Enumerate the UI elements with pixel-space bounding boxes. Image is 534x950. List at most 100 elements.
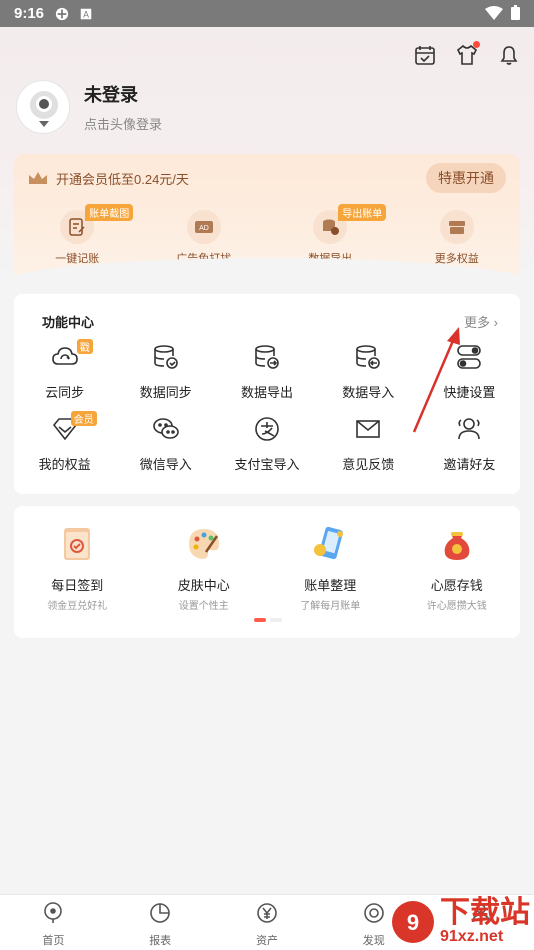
- discover-icon: [363, 903, 384, 923]
- vip-item-tag: 账单截图: [85, 204, 134, 221]
- function-label: 微信导入: [139, 457, 192, 472]
- function-label: 支付宝导入: [234, 457, 300, 472]
- promo-title: 皮肤中心: [177, 578, 230, 593]
- function-label: 意见反馈: [342, 457, 395, 472]
- chevron-right-icon: ›: [493, 315, 498, 330]
- function-invite-friends[interactable]: 邀请好友: [419, 415, 520, 473]
- function-center-title: 功能中心: [42, 315, 95, 330]
- function-my-benefits[interactable]: 会员 我的权益: [14, 411, 115, 473]
- function-label: 邀请好友: [443, 457, 496, 472]
- calendar-check-icon[interactable]: [414, 44, 436, 66]
- default-avatar-icon: [30, 91, 58, 127]
- promo-daily-signin[interactable]: 每日签到 领金豆兑好礼: [22, 524, 132, 612]
- indicator-inactive: [270, 618, 282, 622]
- tab-reports[interactable]: 报表: [107, 895, 214, 950]
- ad-block-icon: AD: [194, 221, 213, 233]
- app-notification-icon: A: [80, 8, 92, 19]
- calendar-sign-icon: [64, 528, 91, 560]
- friends-icon: [458, 418, 481, 440]
- battery-icon: [511, 5, 520, 20]
- watermark: 9 下载站 91xz.net: [390, 898, 530, 946]
- function-data-export[interactable]: 数据导出: [216, 343, 317, 401]
- function-label: 数据导入: [342, 385, 395, 400]
- watermark-title: 下载站: [440, 896, 530, 929]
- svg-text:AD: AD: [199, 225, 209, 232]
- function-tag: 戳: [76, 339, 93, 354]
- function-label: 云同步: [45, 385, 85, 400]
- tab-label: 资产: [255, 935, 278, 947]
- tab-home[interactable]: 首页: [0, 895, 107, 950]
- pie-chart-icon: [150, 903, 170, 923]
- tab-label: 首页: [42, 935, 65, 947]
- toggle-icon: [457, 345, 482, 369]
- palette-icon: [188, 529, 219, 559]
- promo-subtitle: 了解每月账单: [300, 601, 361, 612]
- watermark-url: 91xz.net: [440, 928, 504, 945]
- vip-open-button[interactable]: 特惠开通: [426, 163, 506, 193]
- yen-icon: [257, 903, 277, 923]
- tab-label: 报表: [149, 935, 172, 947]
- tab-assets[interactable]: 资产: [214, 895, 321, 950]
- notification-dot: [473, 41, 480, 48]
- vip-item-quick-bookkeeping[interactable]: 账单截图 一键记账: [27, 204, 134, 266]
- svg-text:A: A: [83, 9, 89, 19]
- bell-icon[interactable]: [498, 44, 520, 66]
- note-edit-icon: [69, 218, 85, 236]
- page-indicator: [254, 618, 282, 622]
- promo-bill-organize[interactable]: 账单整理 了解每月账单: [275, 524, 385, 612]
- cloud-sync-icon: [51, 347, 78, 365]
- home-icon: [44, 902, 63, 923]
- top-actions: [414, 41, 520, 66]
- indicator-active: [254, 618, 266, 622]
- status-bar: 9:16 A: [0, 0, 534, 27]
- svg-text:9: 9: [407, 910, 419, 935]
- function-label: 我的权益: [38, 457, 91, 472]
- skin-button[interactable]: [456, 41, 480, 66]
- function-data-import[interactable]: 数据导入: [318, 343, 419, 401]
- profile-section[interactable]: 未登录 点击头像登录: [16, 80, 162, 134]
- more-label: 更多: [464, 315, 491, 330]
- money-bag-icon: [444, 532, 470, 560]
- function-tag: 会员: [70, 411, 97, 426]
- more-benefits-icon: [448, 221, 465, 234]
- promo-title: 账单整理: [304, 578, 357, 593]
- function-data-sync[interactable]: 数据同步: [115, 343, 216, 401]
- function-label: 数据导出: [240, 385, 293, 400]
- mail-icon: [356, 420, 380, 438]
- wifi-icon: [485, 5, 503, 20]
- bill-phone-icon: [314, 526, 344, 560]
- privacy-icon: [55, 7, 69, 20]
- promo-title: 心愿存钱: [430, 578, 483, 593]
- function-center-card: 功能中心 更多 › 戳 云同步 数据同步 数据导出 数据导入 快捷设置 会员 我…: [14, 294, 520, 494]
- promo-subtitle: 领金豆兑好礼: [47, 601, 108, 612]
- crown-icon: [29, 172, 47, 184]
- database-export-icon: [255, 345, 279, 369]
- data-export-icon: [323, 219, 340, 235]
- function-more-link[interactable]: 更多 ›: [464, 312, 498, 331]
- function-label: 快捷设置: [443, 385, 496, 400]
- status-time: 9:16: [14, 5, 45, 22]
- vip-item-tag: 导出账单: [338, 204, 387, 221]
- promo-title: 每日签到: [51, 578, 104, 593]
- function-alipay-import[interactable]: 支付宝导入: [216, 415, 317, 473]
- promo-subtitle: 许心愿攒大钱: [426, 601, 487, 612]
- watermark-logo-icon: 9: [392, 901, 434, 943]
- avatar[interactable]: [16, 80, 70, 134]
- promo-wish-saving[interactable]: 心愿存钱 许心愿攒大钱: [402, 524, 512, 612]
- database-import-icon: [356, 345, 380, 369]
- promo-card: 每日签到 领金豆兑好礼 皮肤中心 设置个性主 账单整理 了解每月账单 心愿存钱 …: [14, 506, 520, 638]
- login-hint[interactable]: 点击头像登录: [84, 114, 162, 133]
- vip-promo-text: 开通会员低至0.24元/天: [56, 171, 189, 187]
- function-wechat-import[interactable]: 微信导入: [115, 415, 216, 473]
- vip-item-more-benefits[interactable]: 更多权益: [407, 210, 507, 266]
- wechat-icon: [152, 418, 179, 439]
- function-label: 数据同步: [139, 385, 192, 400]
- promo-skin-center[interactable]: 皮肤中心 设置个性主: [149, 524, 259, 612]
- database-check-icon: [153, 345, 178, 369]
- function-cloud-sync[interactable]: 戳 云同步: [14, 339, 115, 401]
- function-quick-settings[interactable]: 快捷设置: [419, 343, 520, 401]
- profile-name[interactable]: 未登录: [84, 81, 162, 107]
- function-feedback[interactable]: 意见反馈: [318, 415, 419, 473]
- alipay-icon: [255, 417, 279, 441]
- promo-subtitle: 设置个性主: [178, 601, 229, 612]
